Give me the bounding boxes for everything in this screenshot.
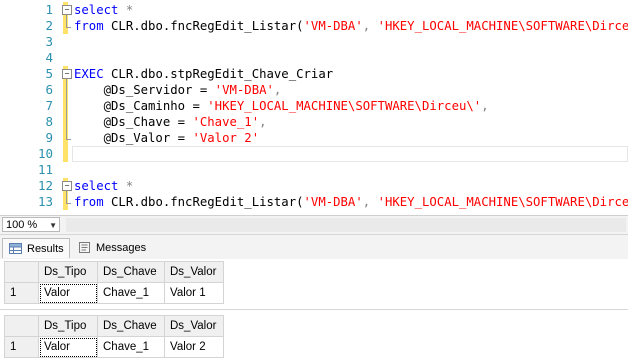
string-literal: 'HKEY_LOCAL_MACHINE\SOFTWARE\Dirceu\': [207, 99, 482, 113]
punctuation: ,: [362, 195, 378, 209]
row-number[interactable]: 1: [4, 336, 39, 358]
line-number: 8: [45, 114, 53, 129]
line-number: 3: [45, 34, 53, 49]
result-grid[interactable]: Ds_Tipo Ds_Chave Ds_Valor 1 Valor Chave_…: [4, 315, 224, 358]
table-row: 1 Valor Chave_1 Valor 1: [4, 282, 224, 304]
results-tab-strip: Results Messages: [0, 235, 628, 260]
column-header[interactable]: Ds_Chave: [97, 315, 165, 337]
string-literal: 'VM-DBA': [303, 19, 363, 33]
object-name: CLR.dbo.fncRegEdit_Listar(: [103, 195, 304, 209]
code-line[interactable]: @Ds_Chave = 'Chave_1',: [74, 114, 267, 130]
fold-guide: [66, 27, 71, 28]
parameter: @Ds_Chave =: [74, 115, 193, 129]
code-line[interactable]: select *: [74, 178, 133, 194]
line-number: 6: [45, 82, 53, 97]
grid-cell[interactable]: Valor: [38, 282, 98, 304]
column-header[interactable]: Ds_Tipo: [38, 315, 98, 337]
grid-corner[interactable]: [4, 315, 39, 337]
chevron-down-icon: ▼: [49, 221, 57, 230]
collapse-icon[interactable]: −: [62, 181, 72, 191]
string-literal: 'VM-DBA': [303, 195, 363, 209]
object-name: CLR.dbo.stpRegEdit_Chave_Criar: [103, 67, 334, 81]
column-header[interactable]: Ds_Valor: [164, 315, 224, 337]
collapse-icon[interactable]: −: [62, 5, 72, 15]
keyword: from: [74, 19, 104, 33]
fold-guide: [66, 15, 67, 27]
result-grid[interactable]: Ds_Tipo Ds_Chave Ds_Valor 1 Valor Chave_…: [4, 261, 224, 304]
line-number: 11: [37, 162, 53, 177]
grid-cell[interactable]: Chave_1: [97, 282, 165, 304]
zoom-dropdown[interactable]: 100 % ▼: [2, 217, 60, 232]
code-line[interactable]: from CLR.dbo.fncRegEdit_Listar('VM-DBA',…: [74, 18, 628, 34]
tab-messages-label: Messages: [96, 242, 147, 254]
parameter: @Ds_Servidor =: [74, 83, 215, 97]
keyword: from: [74, 195, 104, 209]
fold-guide: [66, 191, 67, 203]
column-header[interactable]: Ds_Tipo: [38, 261, 98, 283]
punctuation: ,: [259, 115, 267, 129]
string-literal: 'HKEY_LOCAL_MACHINE\SOFTWARE\Dirceu': [377, 195, 628, 209]
string-literal: 'Chave_1': [192, 115, 260, 129]
grid-cell[interactable]: Valor: [38, 336, 98, 358]
grid-cell[interactable]: Chave_1: [97, 336, 165, 358]
zoom-value: 100 %: [6, 219, 38, 231]
parameter: @Ds_Valor =: [74, 131, 193, 145]
grid-header-row: Ds_Tipo Ds_Chave Ds_Valor: [4, 315, 224, 337]
column-header[interactable]: Ds_Valor: [164, 261, 224, 283]
keyword: select: [74, 179, 119, 193]
string-literal: 'Valor 2': [192, 131, 260, 145]
code-line[interactable]: @Ds_Servidor = 'VM-DBA',: [74, 82, 282, 98]
results-pane: Ds_Tipo Ds_Chave Ds_Valor 1 Valor Chave_…: [0, 259, 628, 364]
collapse-icon[interactable]: −: [62, 69, 72, 79]
string-literal: 'VM-DBA': [214, 83, 274, 97]
code-line[interactable]: select *: [74, 2, 133, 18]
grid-icon: [9, 243, 22, 254]
line-number: 2: [45, 18, 53, 33]
tab-messages[interactable]: Messages: [72, 238, 152, 258]
string-literal: 'HKEY_LOCAL_MACHINE\SOFTWARE\Dirceu': [377, 19, 628, 33]
punctuation: ,: [362, 19, 378, 33]
editor-status-bar: 100 % ▼: [0, 216, 628, 235]
grid-header-row: Ds_Tipo Ds_Chave Ds_Valor: [4, 261, 224, 283]
line-number: 4: [45, 50, 53, 65]
line-number: 12: [37, 178, 53, 193]
tab-results[interactable]: Results: [2, 238, 70, 258]
fold-guide: [66, 79, 67, 139]
line-number-gutter: 1 2 3 4 5 6 7 8 9 10 11 12 13: [0, 0, 56, 215]
column-header[interactable]: Ds_Chave: [97, 261, 165, 283]
operator: *: [118, 179, 134, 193]
grid-cell[interactable]: Valor 2: [164, 336, 224, 358]
line-number: 13: [37, 194, 53, 209]
punctuation: ,: [273, 83, 282, 97]
messages-icon: [79, 242, 90, 253]
query-editor[interactable]: 1 2 3 4 5 6 7 8 9 10 11 12 13 − − − sele…: [0, 0, 628, 216]
line-number: 1: [45, 2, 53, 17]
grid-separator: [0, 309, 628, 310]
fold-guide: [66, 139, 71, 140]
current-line-highlight: [72, 146, 628, 162]
grid-corner[interactable]: [4, 261, 39, 283]
operator: *: [118, 3, 134, 17]
code-line[interactable]: from CLR.dbo.fncRegEdit_Listar('VM-DBA',…: [74, 194, 628, 210]
fold-guide: [66, 203, 71, 204]
line-number: 10: [37, 146, 53, 161]
code-line[interactable]: @Ds_Valor = 'Valor 2': [74, 130, 260, 146]
horizontal-scrollbar[interactable]: [66, 218, 626, 232]
keyword: select: [74, 3, 119, 17]
row-number[interactable]: 1: [4, 282, 39, 304]
table-row: 1 Valor Chave_1 Valor 2: [4, 336, 224, 358]
code-line[interactable]: @Ds_Caminho = 'HKEY_LOCAL_MACHINE\SOFTWA…: [74, 98, 489, 114]
tab-results-label: Results: [27, 243, 64, 255]
grid-cell[interactable]: Valor 1: [164, 282, 224, 304]
keyword: EXEC: [74, 67, 104, 81]
code-line[interactable]: EXEC CLR.dbo.stpRegEdit_Chave_Criar: [74, 66, 333, 82]
line-number: 5: [45, 66, 53, 81]
line-number: 7: [45, 98, 53, 113]
parameter: @Ds_Caminho =: [74, 99, 208, 113]
object-name: CLR.dbo.fncRegEdit_Listar(: [103, 19, 304, 33]
punctuation: ,: [481, 99, 489, 113]
line-number: 9: [45, 130, 53, 145]
